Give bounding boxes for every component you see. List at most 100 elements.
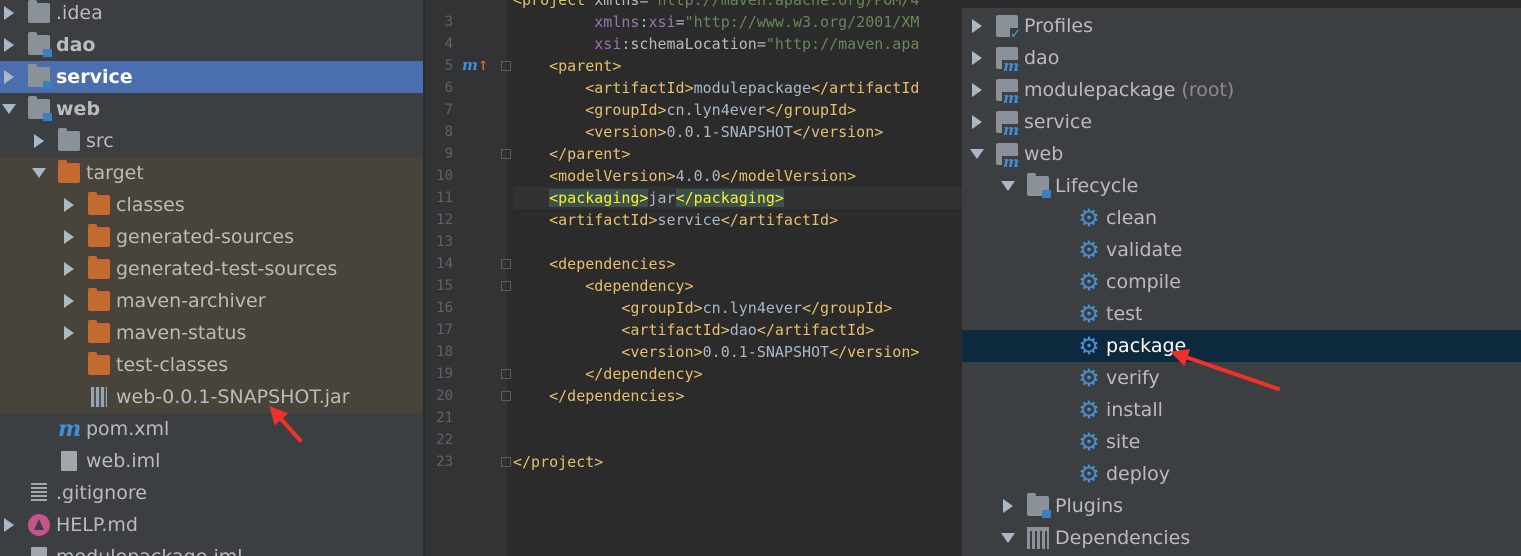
maven-item-validate[interactable]: ⚙ validate — [962, 234, 1521, 266]
code-line[interactable]: </dependency> — [513, 363, 962, 385]
tree-item-service[interactable]: service — [0, 61, 423, 93]
maven-item-web[interactable]: web — [962, 138, 1521, 170]
code-line[interactable]: <modelVersion>4.0.0</modelVersion> — [513, 165, 962, 187]
maven-item-test[interactable]: ⚙ test — [962, 298, 1521, 330]
maven-module-icon — [996, 111, 1020, 137]
tree-item-test-classes[interactable]: test-classes — [0, 349, 423, 381]
fold-marker-icon[interactable] — [501, 149, 511, 159]
tree-item-gitignore[interactable]: .gitignore — [0, 477, 423, 509]
expand-arrow-icon[interactable] — [62, 262, 76, 276]
tree-item-generated-test-sources[interactable]: generated-test-sources — [0, 253, 423, 285]
line-number: 20 — [436, 388, 453, 404]
expand-arrow-icon[interactable] — [32, 134, 46, 148]
code-line[interactable]: </parent> — [513, 143, 962, 165]
code-line[interactable] — [513, 407, 962, 429]
code-line[interactable]: <project xmlns="http://maven.apache.org/… — [513, 0, 962, 11]
expand-arrow-icon[interactable] — [2, 38, 16, 52]
fold-marker-icon[interactable] — [501, 61, 511, 71]
maven-parent-marker-icon[interactable]: m↑ — [462, 56, 489, 74]
gutter-line: 23 — [425, 451, 511, 473]
tree-item-src[interactable]: src — [0, 125, 423, 157]
plugins-folder-icon — [1027, 493, 1051, 518]
expand-arrow-icon[interactable] — [2, 6, 16, 20]
maven-item-clean[interactable]: ⚙ clean — [962, 202, 1521, 234]
expand-arrow-icon[interactable] — [2, 70, 16, 84]
maven-item-install[interactable]: ⚙ install — [962, 394, 1521, 426]
maven-item-profiles[interactable]: Profiles — [962, 10, 1521, 42]
expand-arrow-icon[interactable] — [970, 115, 984, 129]
code-line[interactable]: xsi:schemaLocation="http://maven.apa — [513, 33, 962, 55]
code-line[interactable]: </dependencies> — [513, 385, 962, 407]
code-line[interactable]: </project> — [513, 451, 962, 473]
code-line[interactable]: xmlns:xsi="http://www.w3.org/2001/XM — [513, 11, 962, 33]
maven-item-modulepackage[interactable]: modulepackage(root) — [962, 74, 1521, 106]
gutter-line: 10 — [425, 165, 507, 187]
code-line[interactable]: <dependency> — [513, 275, 962, 297]
expand-arrow-icon[interactable] — [970, 19, 984, 33]
expand-arrow-icon[interactable] — [970, 83, 984, 97]
maven-module-icon — [996, 79, 1020, 105]
tree-item-target[interactable]: target — [0, 157, 423, 189]
tree-item-generated-sources[interactable]: generated-sources — [0, 221, 423, 253]
expand-arrow-icon[interactable] — [62, 294, 76, 308]
code-line[interactable]: <artifactId>modulepackage</artifactId — [513, 77, 962, 99]
collapse-arrow-icon[interactable] — [970, 147, 984, 161]
code-line[interactable]: <version>0.0.1-SNAPSHOT</version> — [513, 121, 962, 143]
code-line[interactable]: <parent> — [513, 55, 962, 77]
expand-arrow-icon[interactable] — [62, 326, 76, 340]
expand-arrow-icon[interactable] — [970, 51, 984, 65]
maven-item-dependencies[interactable]: Dependencies — [962, 522, 1521, 554]
tree-item-web[interactable]: web — [0, 93, 423, 125]
tree-item-maven-archiver[interactable]: maven-archiver — [0, 285, 423, 317]
fold-marker-icon[interactable] — [501, 281, 511, 291]
maven-item-package[interactable]: ⚙ package — [962, 330, 1521, 362]
code-line[interactable]: <artifactId>service</artifactId> — [513, 209, 962, 231]
maven-item-compile[interactable]: ⚙ compile — [962, 266, 1521, 298]
fold-marker-icon[interactable] — [501, 457, 511, 467]
maven-item-dao[interactable]: dao — [962, 42, 1521, 74]
excluded-folder-icon — [88, 192, 110, 215]
code-line[interactable]: <groupId>cn.lyn4ever</groupId> — [513, 297, 962, 319]
tree-item-web-iml[interactable]: web.iml — [0, 445, 423, 477]
gear-icon: ⚙ — [1078, 428, 1100, 456]
fold-marker-icon[interactable] — [501, 369, 511, 379]
collapse-arrow-icon[interactable] — [32, 166, 46, 180]
maven-item-deploy[interactable]: ⚙ deploy — [962, 458, 1521, 490]
tree-item-help-md[interactable]: HELP.md — [0, 509, 423, 541]
lifecycle-folder-icon — [1027, 173, 1051, 198]
expand-arrow-icon[interactable] — [62, 230, 76, 244]
maven-item-site[interactable]: ⚙ site — [962, 426, 1521, 458]
fold-marker-icon[interactable] — [501, 259, 511, 269]
tree-item-classes[interactable]: classes — [0, 189, 423, 221]
expand-arrow-icon[interactable] — [2, 518, 16, 532]
tree-item-web-0-0-1-snapshot-jar[interactable]: web-0.0.1-SNAPSHOT.jar — [0, 381, 423, 413]
gear-icon: ⚙ — [1078, 300, 1100, 328]
code-line[interactable]: <artifactId>dao</artifactId> — [513, 319, 962, 341]
gear-icon: ⚙ — [1078, 236, 1100, 264]
code-line[interactable]: <packaging>jar</packaging> — [513, 187, 962, 209]
code-line[interactable]: <dependencies> — [513, 253, 962, 275]
code-line[interactable]: <groupId>cn.lyn4ever</groupId> — [513, 99, 962, 121]
line-number: 17 — [436, 322, 453, 338]
maven-item-plugins[interactable]: Plugins — [962, 490, 1521, 522]
line-number: 5 — [444, 58, 453, 74]
maven-item-service[interactable]: service — [962, 106, 1521, 138]
collapse-arrow-icon[interactable] — [1001, 179, 1015, 193]
tree-item-dao[interactable]: dao — [0, 29, 423, 61]
expand-arrow-icon[interactable] — [62, 198, 76, 212]
tree-item-maven-status[interactable]: maven-status — [0, 317, 423, 349]
tree-item-modulepackage-iml[interactable]: modulepackage.iml — [0, 541, 423, 556]
expand-arrow-icon[interactable] — [1001, 499, 1015, 513]
line-number: 4 — [444, 36, 453, 52]
collapse-arrow-icon[interactable] — [1001, 531, 1015, 545]
tree-item-idea[interactable]: .idea — [0, 0, 423, 29]
maven-item-lifecycle[interactable]: Lifecycle — [962, 170, 1521, 202]
code-editor[interactable]: 3 4 5 m↑ 6 7 8 9 10 11 12 13 14 15 16 17 18 19 20 21 22 23 <p… — [425, 0, 962, 556]
code-line[interactable] — [513, 429, 962, 451]
maven-item-label: clean — [1106, 207, 1158, 229]
collapse-arrow-icon[interactable] — [2, 102, 16, 116]
tree-item-pom-xml[interactable]: m pom.xml — [0, 413, 423, 445]
fold-marker-icon[interactable] — [501, 391, 511, 401]
code-line[interactable] — [513, 231, 962, 253]
code-line[interactable]: <version>0.0.1-SNAPSHOT</version> — [513, 341, 962, 363]
